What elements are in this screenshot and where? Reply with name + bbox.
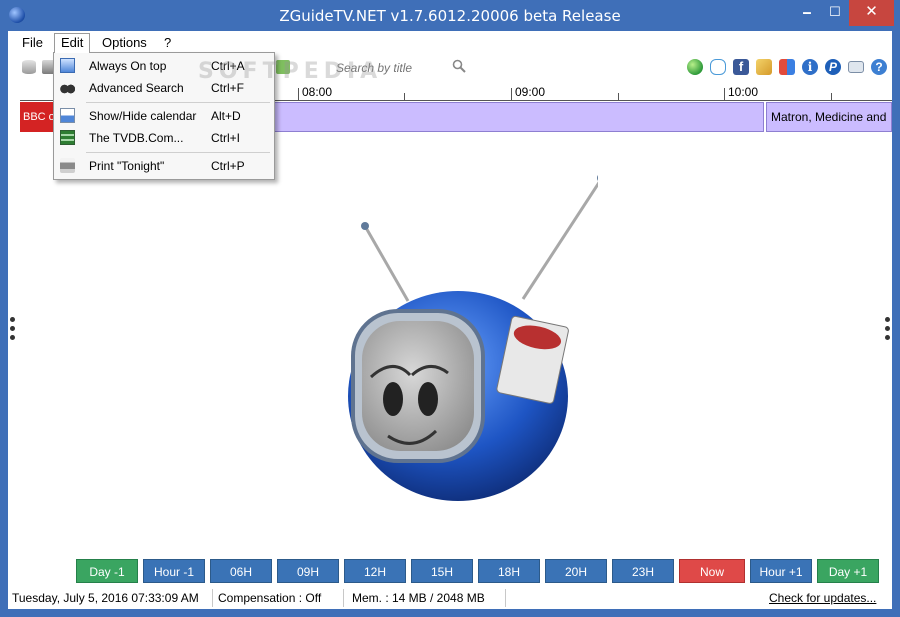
now-button[interactable]: Now: [679, 559, 745, 583]
notepad-icon[interactable]: [756, 59, 772, 75]
status-divider: [505, 589, 506, 607]
minor-tick: [404, 93, 405, 100]
status-datetime: Tuesday, July 5, 2016 07:33:09 AM: [12, 591, 199, 605]
menu-item-print-tonight[interactable]: Print "Tonight" Ctrl+P: [54, 155, 274, 177]
menu-item-label: Advanced Search: [89, 81, 184, 95]
jump-18h-button[interactable]: 18H: [478, 559, 540, 583]
menu-help[interactable]: ?: [158, 33, 177, 53]
menu-item-shortcut: Ctrl+P: [211, 159, 245, 173]
menu-item-label: The TVDB.Com...: [89, 131, 184, 145]
help-icon[interactable]: ?: [871, 59, 887, 75]
tv-mascot-image: [348, 175, 598, 501]
globe-icon[interactable]: [687, 59, 703, 75]
app-window: ZGuideTV.NET v1.7.6012.20006 beta Releas…: [0, 0, 900, 617]
menu-file[interactable]: File: [16, 33, 49, 53]
program-block-next[interactable]: Matron, Medicine and: [766, 102, 892, 132]
status-memory: Mem. : 14 MB / 2048 MB: [352, 591, 485, 605]
jump-23h-button[interactable]: 23H: [612, 559, 674, 583]
major-tick: [511, 88, 512, 100]
minor-tick: [831, 93, 832, 100]
left-collapse-handle[interactable]: [10, 317, 15, 347]
search-icon[interactable]: [452, 59, 466, 73]
info-icon[interactable]: i: [802, 59, 818, 75]
day-plus-button[interactable]: Day +1: [817, 559, 879, 583]
film-icon: [60, 130, 75, 145]
client-area: File Edit Options ? f i P ?: [8, 31, 892, 609]
printer-icon: [60, 158, 75, 173]
menu-separator: [86, 152, 270, 153]
puzzle-icon[interactable]: [779, 59, 795, 75]
edit-menu-dropdown: Always On top Ctrl+A Advanced Search Ctr…: [53, 52, 275, 180]
binoculars-icon: [60, 80, 75, 95]
hour-label: 10:00: [728, 85, 759, 99]
hour-minus-button[interactable]: Hour -1: [143, 559, 205, 583]
menu-item-always-on-top[interactable]: Always On top Ctrl+A: [54, 55, 274, 77]
menu-options[interactable]: Options: [96, 33, 153, 53]
status-divider: [212, 589, 213, 607]
maximize-button[interactable]: ☐: [821, 0, 849, 26]
window-icon: [60, 58, 75, 73]
paypal-icon[interactable]: P: [825, 59, 841, 75]
calendar-icon: [60, 108, 75, 123]
menu-item-tvdb[interactable]: The TVDB.Com... Ctrl+I: [54, 127, 274, 149]
status-divider: [343, 589, 344, 607]
menu-bar: File Edit Options ?: [8, 31, 892, 53]
day-minus-button[interactable]: Day -1: [76, 559, 138, 583]
menu-item-shortcut: Ctrl+I: [211, 131, 241, 145]
menu-item-shortcut: Ctrl+F: [211, 81, 244, 95]
chat-icon[interactable]: [710, 59, 726, 75]
status-compensation: Compensation : Off: [218, 591, 322, 605]
jump-12h-button[interactable]: 12H: [344, 559, 406, 583]
search-input[interactable]: [336, 60, 446, 76]
major-tick: [724, 88, 725, 100]
channel-logo[interactable]: BBC one: [20, 102, 54, 132]
menu-item-advanced-search[interactable]: Advanced Search Ctrl+F: [54, 77, 274, 99]
jump-20h-button[interactable]: 20H: [545, 559, 607, 583]
minor-tick: [618, 93, 619, 100]
status-bar: Tuesday, July 5, 2016 07:33:09 AM Compen…: [8, 587, 892, 609]
window-title: ZGuideTV.NET v1.7.6012.20006 beta Releas…: [279, 7, 621, 25]
export-icon[interactable]: [276, 60, 290, 74]
hour-label: 09:00: [515, 85, 546, 99]
menu-item-label: Show/Hide calendar: [89, 109, 197, 123]
right-collapse-handle[interactable]: [885, 317, 890, 347]
hour-label: 08:00: [302, 85, 333, 99]
database-icon[interactable]: [22, 60, 36, 74]
title-bar[interactable]: ZGuideTV.NET v1.7.6012.20006 beta Releas…: [0, 0, 900, 31]
jump-06h-button[interactable]: 06H: [210, 559, 272, 583]
menu-item-shortcut: Alt+D: [211, 109, 241, 123]
jump-15h-button[interactable]: 15H: [411, 559, 473, 583]
facebook-icon[interactable]: f: [733, 59, 749, 75]
minimize-button[interactable]: 🗕: [793, 0, 821, 26]
time-navigation: Day -1 Hour -1 06H 09H 12H 15H 18H 20H 2…: [76, 559, 880, 583]
jump-09h-button[interactable]: 09H: [277, 559, 339, 583]
close-button[interactable]: ✕: [849, 0, 894, 26]
menu-item-shortcut: Ctrl+A: [211, 59, 245, 73]
menu-separator: [86, 102, 270, 103]
menu-item-show-hide-calendar[interactable]: Show/Hide calendar Alt+D: [54, 105, 274, 127]
menu-item-label: Print "Tonight": [89, 159, 165, 173]
hour-plus-button[interactable]: Hour +1: [750, 559, 812, 583]
major-tick: [298, 88, 299, 100]
menu-item-label: Always On top: [89, 59, 167, 73]
keyboard-icon[interactable]: [848, 61, 864, 73]
check-updates-link[interactable]: Check for updates...: [769, 591, 876, 605]
menu-edit[interactable]: Edit: [54, 33, 91, 53]
